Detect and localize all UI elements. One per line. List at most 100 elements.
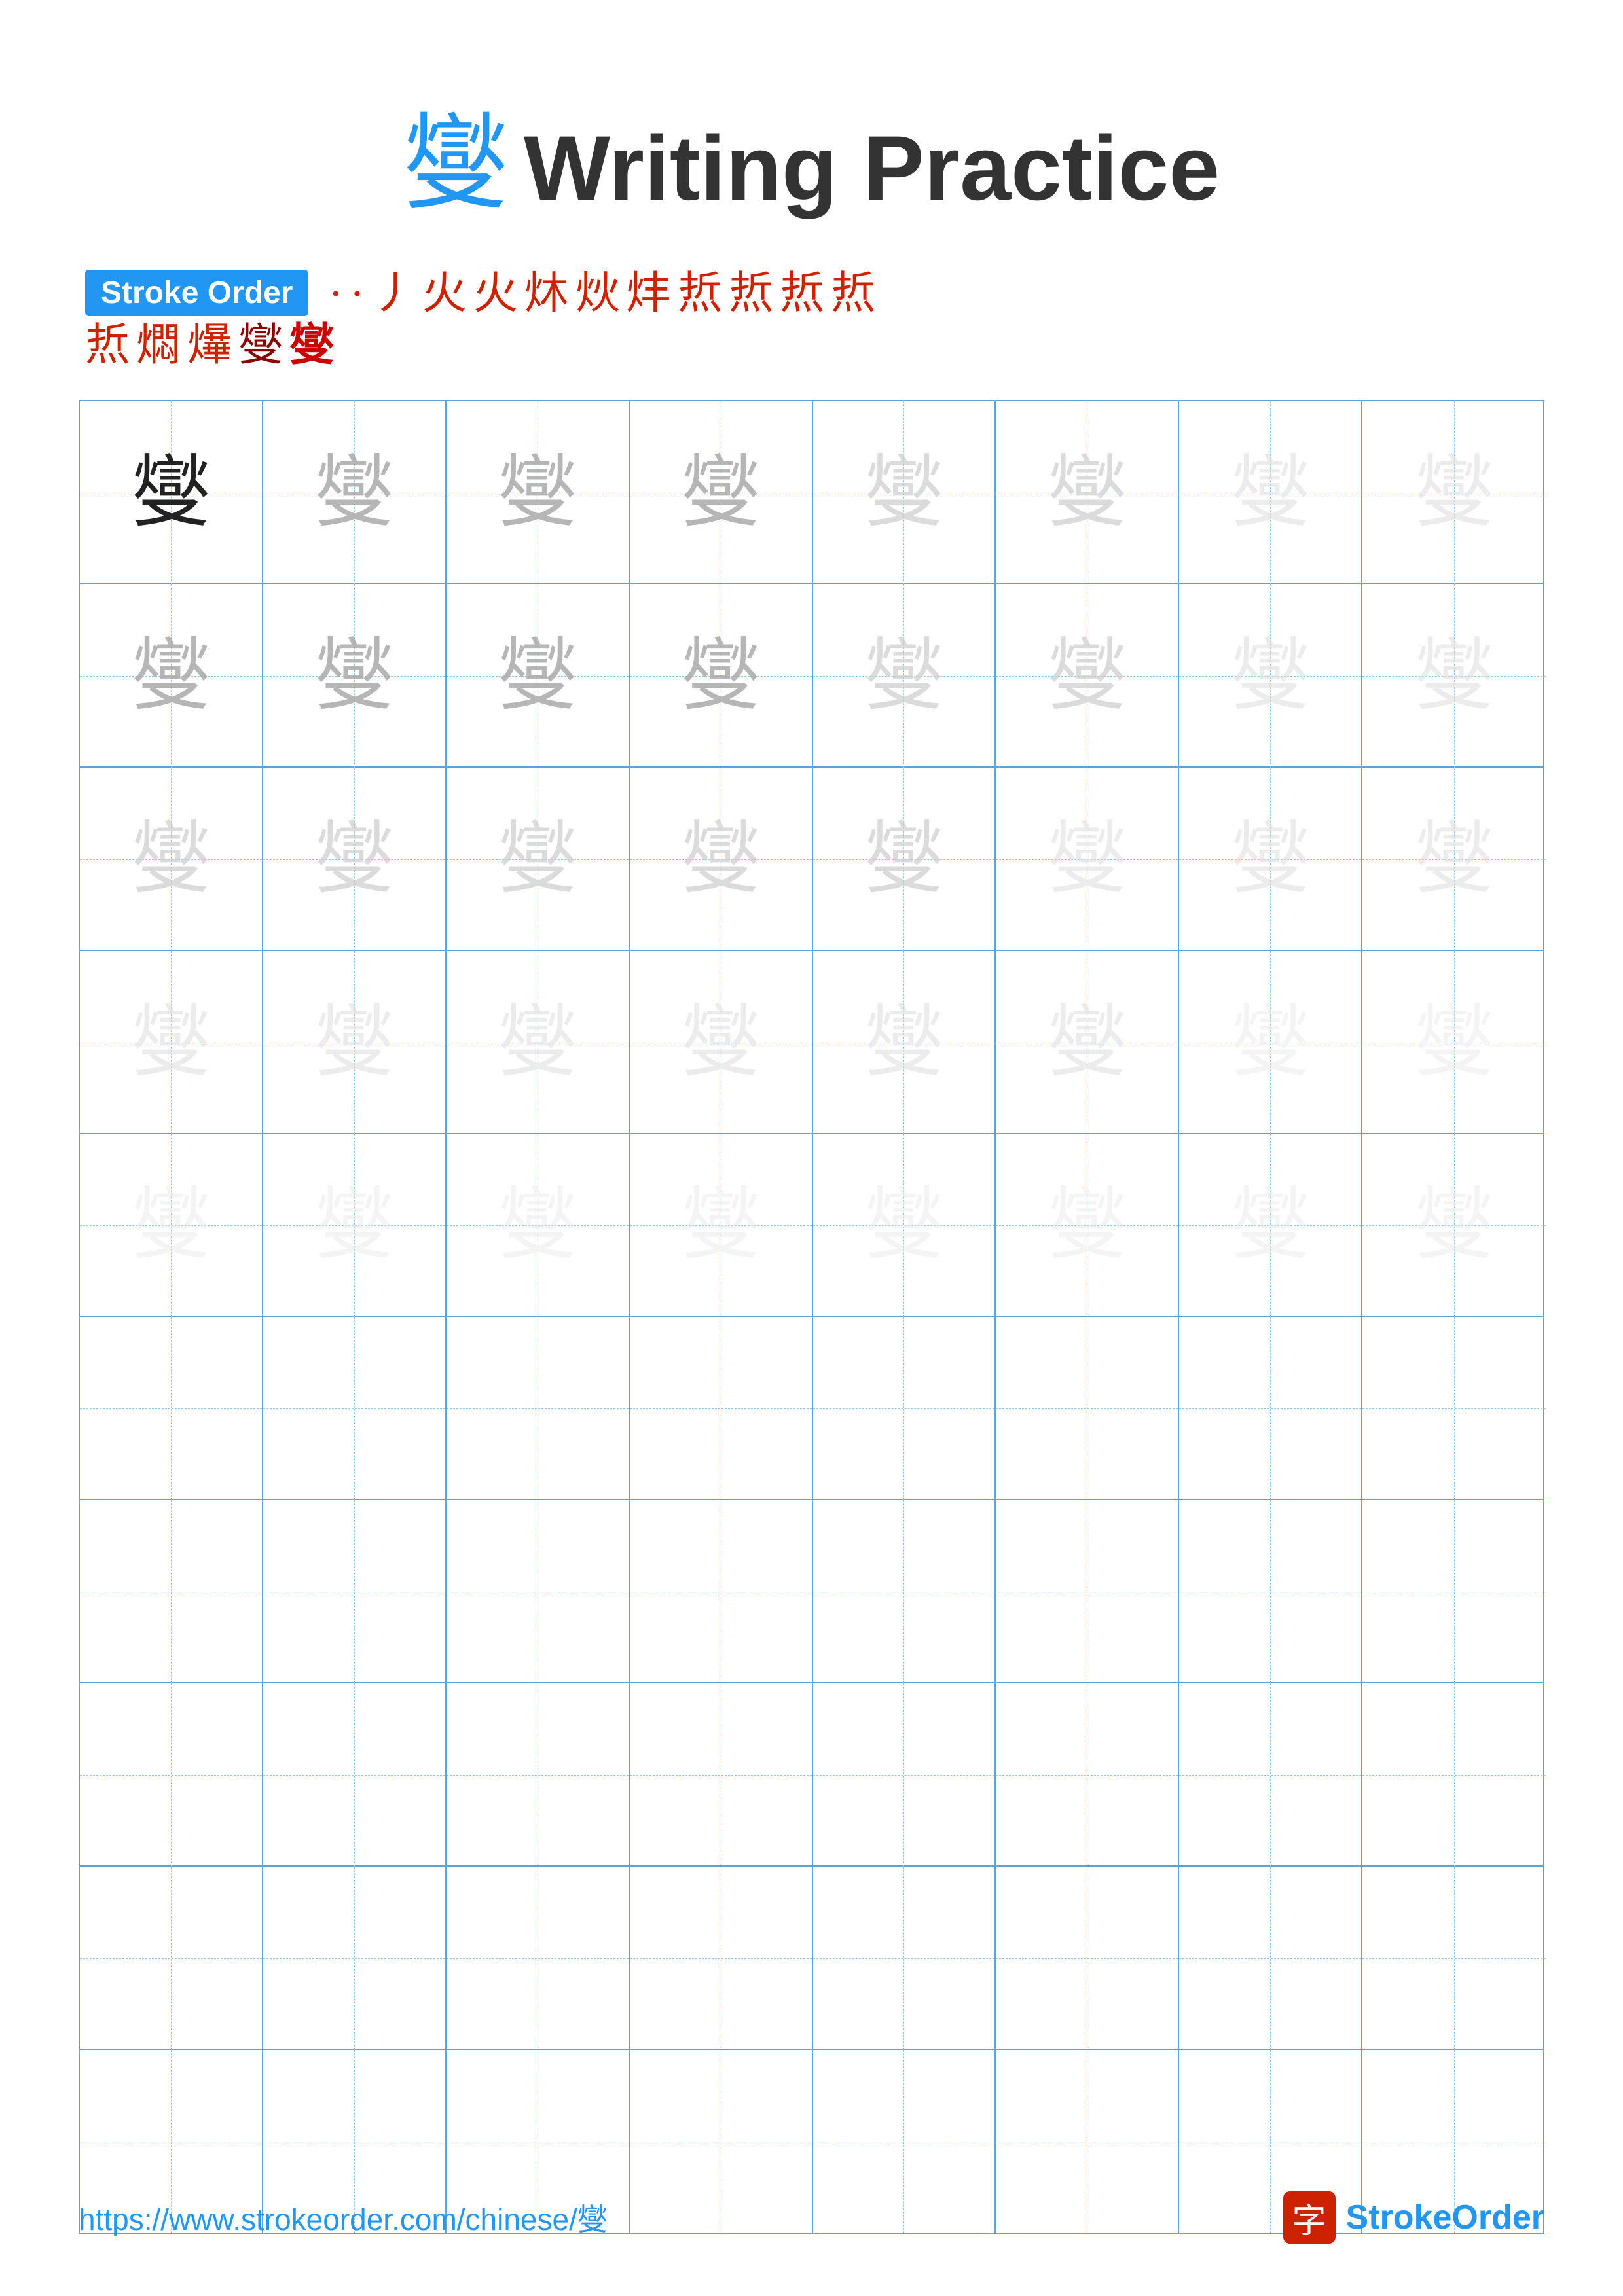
- grid-cell-2-7[interactable]: 燮: [1179, 584, 1362, 768]
- grid-cell-3-2[interactable]: 燮: [263, 768, 447, 951]
- grid-cell-1-1[interactable]: 燮: [80, 401, 263, 584]
- grid-cell-3-7[interactable]: 燮: [1179, 768, 1362, 951]
- grid-row-5: 燮 燮 燮 燮 燮 燮 燮 燮: [80, 1134, 1543, 1318]
- grid-cell-6-2[interactable]: [263, 1317, 447, 1500]
- grid-cell-2-2[interactable]: 燮: [263, 584, 447, 768]
- grid-cell-3-4[interactable]: 燮: [630, 768, 813, 951]
- grid-cell-3-5[interactable]: 燮: [813, 768, 996, 951]
- grid-cell-3-1[interactable]: 燮: [80, 768, 263, 951]
- grid-cell-8-2[interactable]: [263, 1683, 447, 1867]
- practice-char: 燮: [864, 820, 943, 899]
- grid-cell-4-3[interactable]: 燮: [447, 951, 630, 1134]
- grid-cell-2-1[interactable]: 燮: [80, 584, 263, 768]
- stroke-chars-row1: · · 丿 火 火 炑 炏 炐 焎 焎 焎 焎: [328, 271, 875, 315]
- grid-row-6: [80, 1317, 1543, 1500]
- footer-url[interactable]: https://www.strokeorder.com/chinese/燮: [79, 2196, 608, 2239]
- grid-cell-9-8[interactable]: [1362, 1867, 1546, 2050]
- grid-cell-9-3[interactable]: [447, 1867, 630, 2050]
- grid-cell-6-8[interactable]: [1362, 1317, 1546, 1500]
- grid-cell-6-4[interactable]: [630, 1317, 813, 1500]
- grid-cell-8-3[interactable]: [447, 1683, 630, 1867]
- title-text: Writing Practice: [524, 117, 1220, 219]
- grid-cell-1-5[interactable]: 燮: [813, 401, 996, 584]
- practice-char: 燮: [1415, 454, 1493, 532]
- grid-cell-8-7[interactable]: [1179, 1683, 1362, 1867]
- grid-cell-5-8[interactable]: 燮: [1362, 1134, 1546, 1318]
- grid-cell-7-6[interactable]: [996, 1500, 1179, 1683]
- grid-cell-5-3[interactable]: 燮: [447, 1134, 630, 1318]
- stroke-char-12: 焎: [831, 271, 875, 315]
- grid-cell-6-3[interactable]: [447, 1317, 630, 1500]
- grid-cell-2-6[interactable]: 燮: [996, 584, 1179, 768]
- grid-cell-8-8[interactable]: [1362, 1683, 1546, 1867]
- grid-cell-8-5[interactable]: [813, 1683, 996, 1867]
- stroke-char-6: 炑: [524, 271, 569, 315]
- grid-row-1: 燮 燮 燮 燮 燮 燮 燮 燮: [80, 401, 1543, 584]
- grid-cell-7-3[interactable]: [447, 1500, 630, 1683]
- grid-cell-5-2[interactable]: 燮: [263, 1134, 447, 1318]
- practice-char: 燮: [498, 637, 577, 715]
- grid-cell-4-1[interactable]: 燮: [80, 951, 263, 1134]
- footer-logo-icon: 字: [1283, 2191, 1336, 2244]
- grid-cell-5-1[interactable]: 燮: [80, 1134, 263, 1318]
- grid-cell-5-6[interactable]: 燮: [996, 1134, 1179, 1318]
- practice-char: 燮: [1048, 820, 1126, 899]
- grid-cell-9-1[interactable]: [80, 1867, 263, 2050]
- grid-cell-1-3[interactable]: 燮: [447, 401, 630, 584]
- grid-cell-4-2[interactable]: 燮: [263, 951, 447, 1134]
- stroke-char-16: 燮: [238, 323, 283, 367]
- title-section: 燮 Writing Practice: [79, 79, 1544, 230]
- grid-cell-2-8[interactable]: 燮: [1362, 584, 1546, 768]
- grid-cell-1-2[interactable]: 燮: [263, 401, 447, 584]
- grid-cell-4-8[interactable]: 燮: [1362, 951, 1546, 1134]
- practice-char: 燮: [498, 1186, 577, 1265]
- grid-cell-5-4[interactable]: 燮: [630, 1134, 813, 1318]
- grid-cell-5-5[interactable]: 燮: [813, 1134, 996, 1318]
- grid-cell-5-7[interactable]: 燮: [1179, 1134, 1362, 1318]
- grid-cell-3-3[interactable]: 燮: [447, 768, 630, 951]
- practice-char: 燮: [315, 1003, 393, 1082]
- grid-cell-7-4[interactable]: [630, 1500, 813, 1683]
- grid-cell-9-4[interactable]: [630, 1867, 813, 2050]
- grid-cell-4-7[interactable]: 燮: [1179, 951, 1362, 1134]
- practice-char: 燮: [1415, 1186, 1493, 1265]
- grid-cell-2-4[interactable]: 燮: [630, 584, 813, 768]
- grid-cell-9-7[interactable]: [1179, 1867, 1362, 2050]
- grid-cell-7-5[interactable]: [813, 1500, 996, 1683]
- grid-cell-7-7[interactable]: [1179, 1500, 1362, 1683]
- practice-char: 燮: [498, 820, 577, 899]
- grid-cell-1-6[interactable]: 燮: [996, 401, 1179, 584]
- grid-cell-6-6[interactable]: [996, 1317, 1179, 1500]
- grid-cell-7-1[interactable]: [80, 1500, 263, 1683]
- grid-row-7: [80, 1500, 1543, 1683]
- grid-cell-2-3[interactable]: 燮: [447, 584, 630, 768]
- grid-cell-8-6[interactable]: [996, 1683, 1179, 1867]
- grid-cell-9-5[interactable]: [813, 1867, 996, 2050]
- grid-cell-4-6[interactable]: 燮: [996, 951, 1179, 1134]
- grid-cell-8-1[interactable]: [80, 1683, 263, 1867]
- grid-cell-8-4[interactable]: [630, 1683, 813, 1867]
- grid-cell-6-1[interactable]: [80, 1317, 263, 1500]
- grid-cell-9-6[interactable]: [996, 1867, 1179, 2050]
- practice-char: 燮: [1415, 820, 1493, 899]
- stroke-char-2: ·: [350, 271, 365, 315]
- grid-cell-4-5[interactable]: 燮: [813, 951, 996, 1134]
- title-chinese-char: 燮: [403, 106, 508, 223]
- grid-cell-3-8[interactable]: 燮: [1362, 768, 1546, 951]
- grid-cell-6-7[interactable]: [1179, 1317, 1362, 1500]
- grid-cell-7-2[interactable]: [263, 1500, 447, 1683]
- grid-cell-2-5[interactable]: 燮: [813, 584, 996, 768]
- grid-cell-1-8[interactable]: 燮: [1362, 401, 1546, 584]
- stroke-char-15: 爗: [187, 323, 232, 367]
- footer-logo-text: StrokeOrder: [1346, 2198, 1544, 2237]
- grid-cell-1-7[interactable]: 燮: [1179, 401, 1362, 584]
- grid-cell-6-5[interactable]: [813, 1317, 996, 1500]
- grid-cell-7-8[interactable]: [1362, 1500, 1546, 1683]
- grid-cell-1-4[interactable]: 燮: [630, 401, 813, 584]
- grid-cell-9-2[interactable]: [263, 1867, 447, 2050]
- practice-char: 燮: [682, 1186, 760, 1265]
- grid-cell-3-6[interactable]: 燮: [996, 768, 1179, 951]
- practice-char: 燮: [682, 637, 760, 715]
- footer-logo-stroke: Stroke: [1346, 2198, 1452, 2236]
- grid-cell-4-4[interactable]: 燮: [630, 951, 813, 1134]
